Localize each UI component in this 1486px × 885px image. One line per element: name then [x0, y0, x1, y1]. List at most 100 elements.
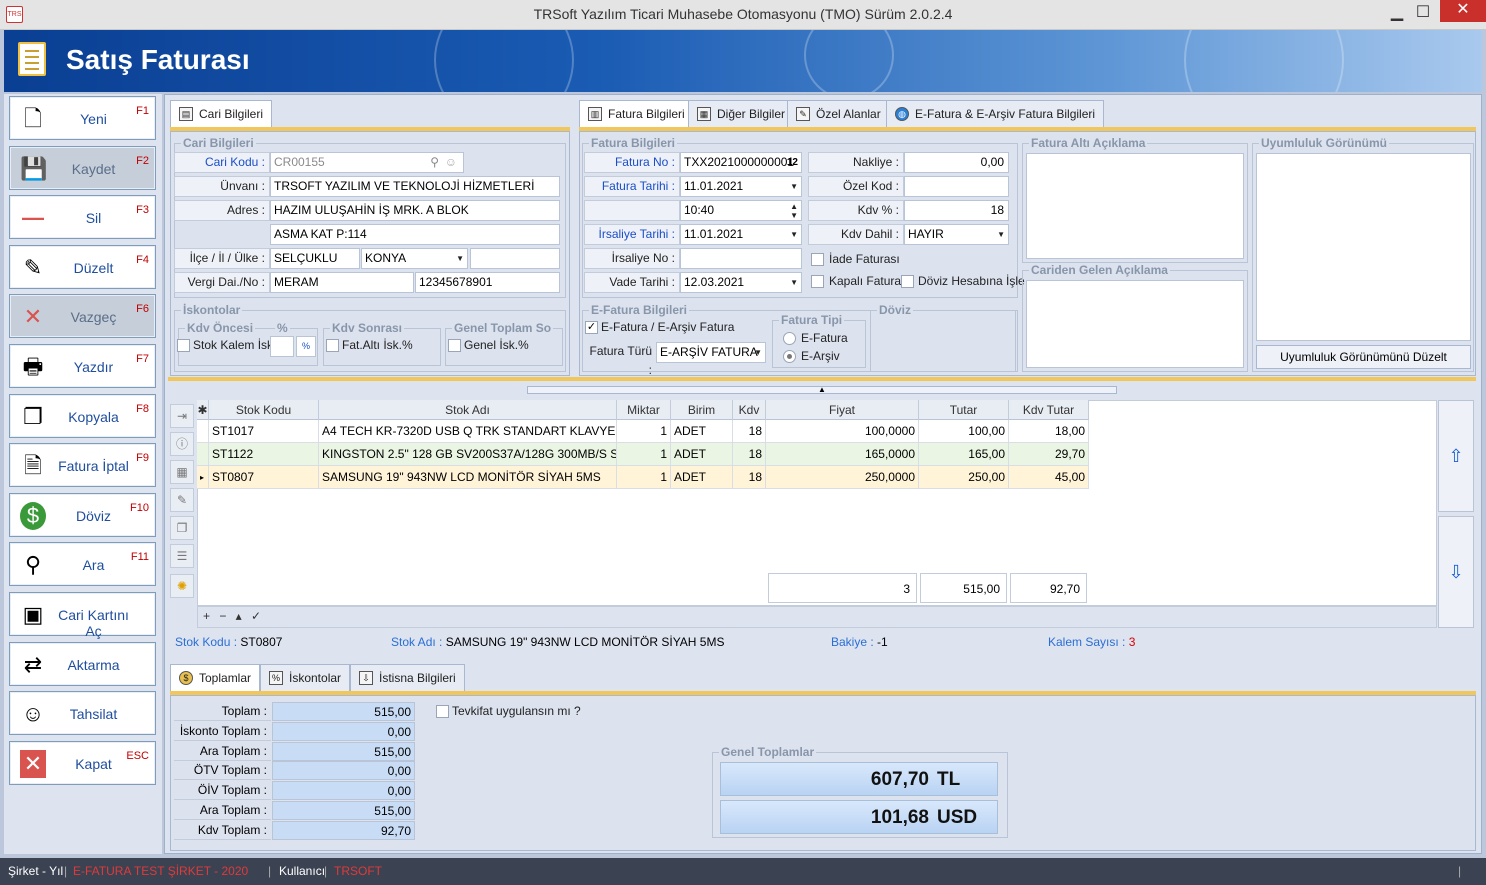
grid-cell[interactable]: ST1122 — [209, 443, 319, 466]
grid-list-icon[interactable]: ☰ — [170, 544, 194, 568]
grid-cell[interactable]: 165,00 — [919, 443, 1009, 466]
fatura-saati-input[interactable]: 10:40 ▲ ▼ — [680, 200, 802, 221]
grid-cell[interactable]: 18 — [733, 443, 766, 466]
fatura-alti-aciklama-textarea[interactable] — [1026, 153, 1244, 259]
doviz-hesap-checkbox[interactable] — [901, 275, 914, 288]
irsaliye-tarihi-picker[interactable]: 11.01.2021 ▼ — [680, 224, 802, 245]
grid-cell[interactable]: 18,00 — [1009, 420, 1089, 443]
grid-calc-icon[interactable]: ▦ — [170, 460, 194, 484]
fatura-turu-select[interactable]: E-ARŞİV FATURA ▼ — [656, 342, 766, 363]
tab-istisna-bilgileri[interactable]: ⇩ İstisna Bilgileri — [350, 664, 465, 692]
grid-cell[interactable]: ADET — [671, 443, 733, 466]
grid-cell[interactable]: 1 — [617, 420, 671, 443]
vergi-dairesi-input[interactable]: MERAM — [270, 272, 414, 293]
ulke-input[interactable] — [470, 248, 560, 269]
earsiv-radio[interactable] — [783, 350, 796, 363]
grid-cell[interactable]: 250,0000 — [766, 466, 919, 489]
sidebar-button-12[interactable]: ☺ Tahsilat — [9, 691, 156, 736]
efatura-radio[interactable] — [783, 332, 796, 345]
tab-iskontolar[interactable]: % İskontolar — [260, 664, 351, 692]
tab-toplamlar[interactable]: $ Toplamlar — [170, 664, 261, 692]
vade-tarihi-picker[interactable]: 12.03.2021 ▼ — [680, 272, 802, 293]
sidebar-button-6[interactable]: ❐ Kopyala F8 — [9, 393, 156, 438]
grid-cell[interactable]: 250,00 — [919, 466, 1009, 489]
grid-header[interactable]: Stok Kodu — [209, 400, 319, 420]
tab-ozel-alanlar[interactable]: ✎ Özel Alanlar — [787, 100, 890, 128]
sidebar-button-3[interactable]: ✎ Düzelt F4 — [9, 244, 156, 289]
grid-cell[interactable]: 1 — [617, 466, 671, 489]
irsaliye-no-input[interactable] — [680, 248, 802, 269]
grid-cell[interactable]: 100,00 — [919, 420, 1009, 443]
sidebar-button-4[interactable]: ✕ Vazgeç F6 — [9, 294, 156, 339]
grid-header[interactable]: Stok Adı — [319, 400, 617, 420]
kdv-yuzde-input[interactable]: 18 — [904, 200, 1009, 221]
grid-cell[interactable]: 18 — [733, 466, 766, 489]
grid-header[interactable]: Tutar — [919, 400, 1009, 420]
fat-alti-isk-checkbox[interactable] — [326, 339, 339, 352]
iade-faturasi-checkbox[interactable] — [811, 253, 824, 266]
grid-info-icon[interactable]: ⓘ — [170, 432, 194, 456]
sidebar-button-1[interactable]: 💾 Kaydet F2 — [9, 145, 156, 190]
fatura-no-input[interactable]: TXX2021000000001 12 — [680, 152, 802, 173]
grid-header[interactable]: Birim — [671, 400, 733, 420]
vergi-no-input[interactable]: 12345678901 — [415, 272, 560, 293]
percent-calc-icon[interactable]: % — [296, 336, 316, 357]
uyumluluk-duzelt-button[interactable]: Uyumluluk Görünümünü Düzelt — [1256, 345, 1471, 369]
grid-header[interactable]: Miktar — [617, 400, 671, 420]
tab-fatura-bilgileri[interactable]: ▥ Fatura Bilgileri — [579, 100, 694, 128]
cari-kodu-input[interactable]: CR00155 ⚲ ☺ — [270, 152, 464, 173]
grid-open-icon[interactable]: ⇥ — [170, 404, 194, 428]
adres-input-1[interactable]: HAZIM ULUŞAHİN İŞ MRK. A BLOK — [270, 200, 560, 221]
efatura-checkbox[interactable]: ✓ — [585, 321, 598, 334]
tevkifat-checkbox[interactable] — [436, 705, 449, 718]
grid-cell[interactable]: A4 TECH KR-7320D USB Q TRK STANDART KLAV… — [319, 420, 617, 443]
kdv-dahil-select[interactable]: HAYIR ▼ — [904, 224, 1009, 245]
grid-pencil-icon[interactable]: ✎ — [170, 488, 194, 512]
grid-header[interactable]: Fiyat — [766, 400, 919, 420]
tab-cari-bilgileri[interactable]: ▤ Cari Bilgileri — [170, 100, 273, 128]
sidebar-button-2[interactable]: — Sil F3 — [9, 195, 156, 240]
stok-kalem-isk-checkbox[interactable] — [177, 339, 190, 352]
grid-cell[interactable]: ADET — [671, 466, 733, 489]
grid-cell[interactable]: ADET — [671, 420, 733, 443]
grid-header[interactable]: Kdv — [733, 400, 766, 420]
sidebar-button-5[interactable]: 🖶 Yazdır F7 — [9, 344, 156, 388]
move-down-button[interactable]: ⇩ — [1438, 516, 1474, 628]
nakliye-input[interactable]: 0,00 — [904, 152, 1009, 173]
users-icon[interactable]: ☺ — [445, 153, 457, 172]
il-select[interactable]: KONYA ▼ — [361, 248, 468, 269]
splitter-handle[interactable]: ▲ — [527, 386, 1117, 394]
grid-navigator[interactable]: + − ▴ ✓ — [203, 609, 264, 623]
grid-copy-icon[interactable]: ❐ — [170, 516, 194, 540]
unvan-input[interactable]: TRSOFT YAZILIM VE TEKNOLOJİ HİZMETLERİ — [270, 176, 560, 197]
grid-cell[interactable]: SAMSUNG 19" 943NW LCD MONİTÖR SİYAH 5MS — [319, 466, 617, 489]
grid-header[interactable]: Kdv Tutar — [1009, 400, 1089, 420]
grid-cell[interactable]: 45,00 — [1009, 466, 1089, 489]
grid-cell[interactable]: ST0807 — [209, 466, 319, 489]
adres-input-2[interactable]: ASMA KAT P:114 — [270, 224, 560, 245]
kdv-oncesi-yuzde-input[interactable] — [270, 336, 294, 357]
close-window-button[interactable]: ✕ — [1440, 0, 1486, 22]
grid-cell[interactable]: 29,70 — [1009, 443, 1089, 466]
genel-isk-checkbox[interactable] — [448, 339, 461, 352]
sidebar-button-7[interactable]: 🗎 Fatura İptal F9 — [9, 443, 156, 488]
ilce-input[interactable]: SELÇUKLU — [270, 248, 360, 269]
sidebar-button-11[interactable]: ⇄ Aktarma — [9, 641, 156, 686]
ozel-kod-input[interactable] — [904, 176, 1009, 197]
grid-cell[interactable]: ST1017 — [209, 420, 319, 443]
tab-efatura-bilgileri[interactable]: ◍ E-Fatura & E-Arşiv Fatura Bilgileri — [886, 100, 1105, 128]
grid-cell[interactable]: 18 — [733, 420, 766, 443]
sidebar-button-8[interactable]: $ Döviz F10 — [9, 492, 156, 537]
tab-diger-bilgiler[interactable]: ▦ Diğer Bilgiler — [688, 100, 795, 128]
sidebar-button-0[interactable]: 🗋 Yeni F1 — [9, 96, 156, 140]
sidebar-button-9[interactable]: ⚲ Ara F11 — [9, 542, 156, 587]
grid-cell[interactable]: 100,0000 — [766, 420, 919, 443]
fatura-tarihi-picker[interactable]: 11.01.2021 ▼ — [680, 176, 802, 197]
grid-cell[interactable]: 1 — [617, 443, 671, 466]
cariden-aciklama-textarea[interactable] — [1026, 280, 1244, 368]
maximize-button[interactable]: ☐ — [1406, 0, 1440, 28]
sidebar-button-13[interactable]: ✕ Kapat ESC — [9, 740, 156, 785]
search-icon[interactable]: ⚲ — [430, 153, 439, 172]
grid-cell[interactable]: 165,0000 — [766, 443, 919, 466]
kapali-fatura-checkbox[interactable] — [811, 275, 824, 288]
